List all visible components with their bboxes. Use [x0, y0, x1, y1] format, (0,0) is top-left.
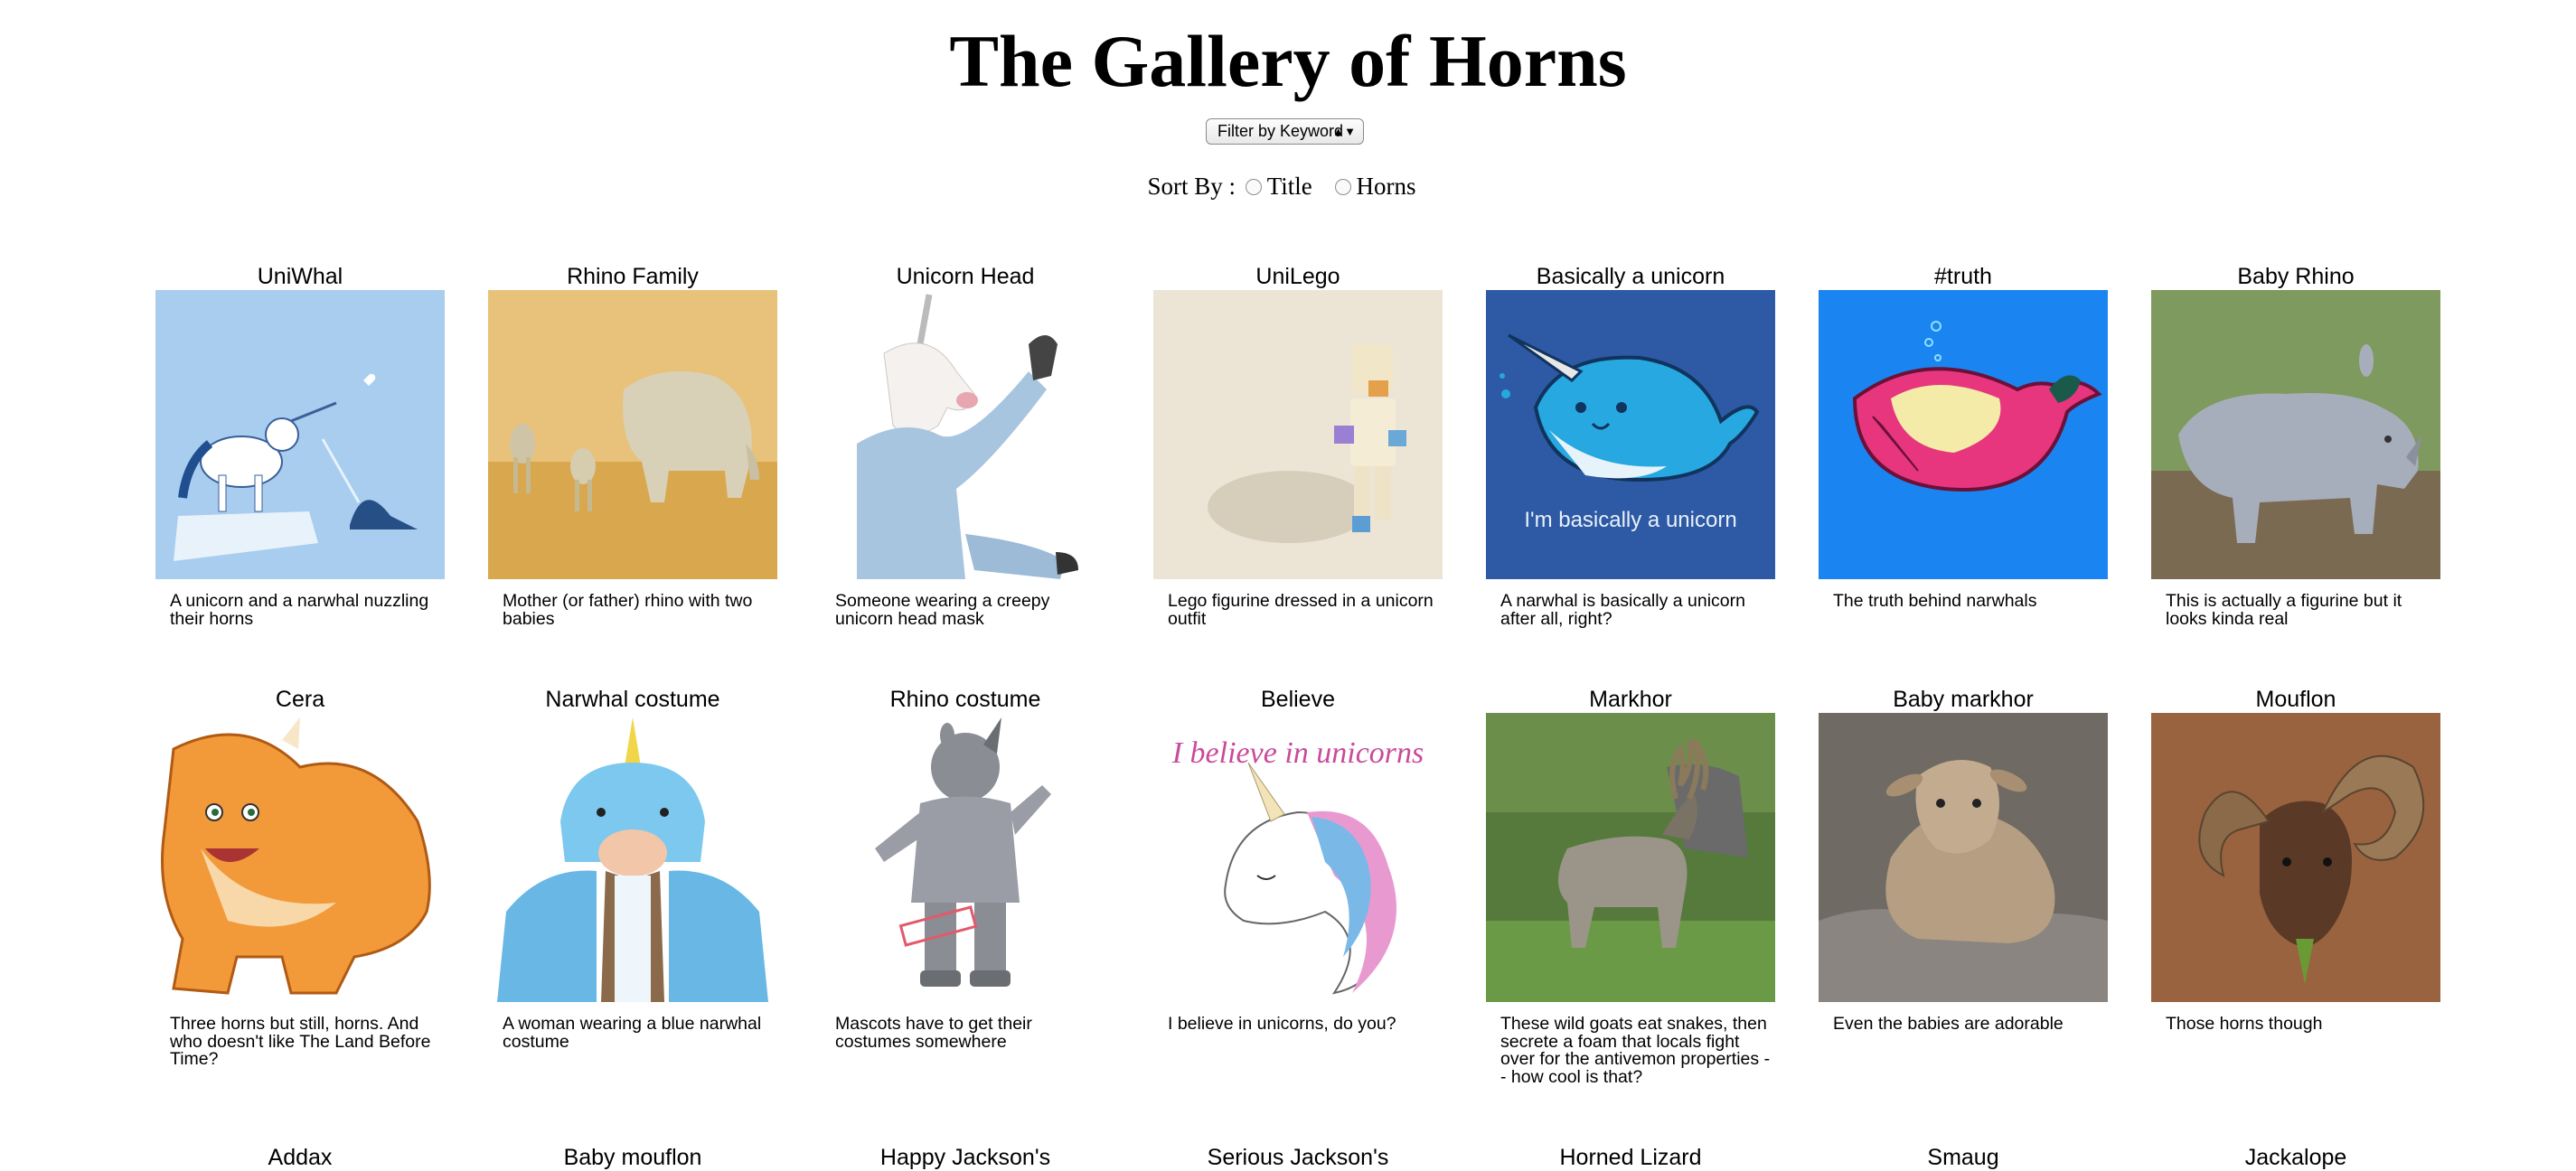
card-description: Those horns though [2166, 1014, 2323, 1034]
card-title: Narwhal costume [545, 687, 720, 712]
card-title: #truth [1934, 264, 1992, 289]
image-caption-text: I believe in unicorns [1171, 736, 1424, 770]
card-image-basically-a-unicorn[interactable]: I'm basically a unicorn [1486, 290, 1775, 579]
card-description: A narwhal is basically a unicorn after a… [1500, 591, 1745, 629]
card-title: Basically a unicorn [1536, 264, 1725, 289]
card-image-mouflon[interactable] [2151, 713, 2440, 1002]
card-image-baby-markhor[interactable] [1819, 713, 2108, 1002]
sort-title-radio[interactable] [1245, 178, 1262, 195]
sort-by-label: Sort By : [1147, 173, 1236, 200]
card-image-truth[interactable] [1819, 290, 2108, 579]
select-arrows-icon: ▲▼ [1332, 125, 1356, 138]
card-image-cera[interactable] [155, 713, 445, 1002]
card-description: Someone wearing a creepy unicorn head ma… [835, 591, 1050, 629]
keyword-filter-select[interactable]: Filter by Keyword ▲▼ [1206, 118, 1364, 145]
page-title: The Gallery of Horns [949, 20, 1627, 102]
card-title: Cera [275, 687, 325, 712]
card-title: UniLego [1255, 264, 1340, 289]
card-title: UniWhal [257, 264, 343, 289]
sort-title-label: Title [1266, 173, 1312, 200]
card-image-believe[interactable]: I believe in unicorns [1153, 713, 1443, 1002]
card-title: Baby markhor [1893, 687, 2034, 712]
card-title: Believe [1261, 687, 1335, 712]
card-description: A woman wearing a blue narwhal costume [503, 1014, 762, 1052]
card-image-unilego[interactable] [1153, 290, 1443, 579]
card-title: Markhor [1589, 687, 1672, 712]
card-description: These wild goats eat snakes, then secret… [1500, 1014, 1771, 1087]
sort-controls: Sort By : Title Horns [0, 170, 2576, 202]
card-image-baby-rhino[interactable] [2151, 290, 2440, 579]
card-description: Mother (or father) rhino with two babies [503, 591, 753, 629]
card-image-markhor[interactable] [1486, 713, 1775, 1002]
card-description: This is actually a figurine but it looks… [2166, 591, 2402, 629]
card-image-rhino-costume[interactable] [821, 713, 1110, 1002]
sort-horns-label: Horns [1356, 173, 1416, 200]
card-description: Three horns but still, horns. And who do… [170, 1014, 431, 1069]
card-title: Rhino costume [889, 687, 1041, 712]
card-title: Unicorn Head [896, 264, 1035, 289]
card-description: Mascots have to get their costumes somew… [835, 1014, 1032, 1052]
card-description: A unicorn and a narwhal nuzzling their h… [170, 591, 429, 629]
card-title: Mouflon [2255, 687, 2336, 712]
card-image-narwhal-costume[interactable] [488, 713, 777, 1002]
card-image-uniwhal[interactable] [155, 290, 445, 579]
card-image-unicorn-head[interactable] [821, 290, 1110, 579]
card-title: Rhino Family [567, 264, 699, 289]
card-description: I believe in unicorns, do you? [1168, 1014, 1396, 1034]
card-description: The truth behind narwhals [1833, 591, 2037, 611]
sort-horns-radio[interactable] [1334, 178, 1351, 195]
filter-select-label: Filter by Keyword [1217, 122, 1344, 140]
card-description: Even the babies are adorable [1833, 1014, 2064, 1034]
card-description: Lego figurine dressed in a unicorn outfi… [1168, 591, 1434, 629]
image-caption-text: I'm basically a unicorn [1524, 508, 1736, 532]
card-title: Baby Rhino [2237, 264, 2355, 289]
card-image-rhino-family[interactable] [488, 290, 777, 579]
